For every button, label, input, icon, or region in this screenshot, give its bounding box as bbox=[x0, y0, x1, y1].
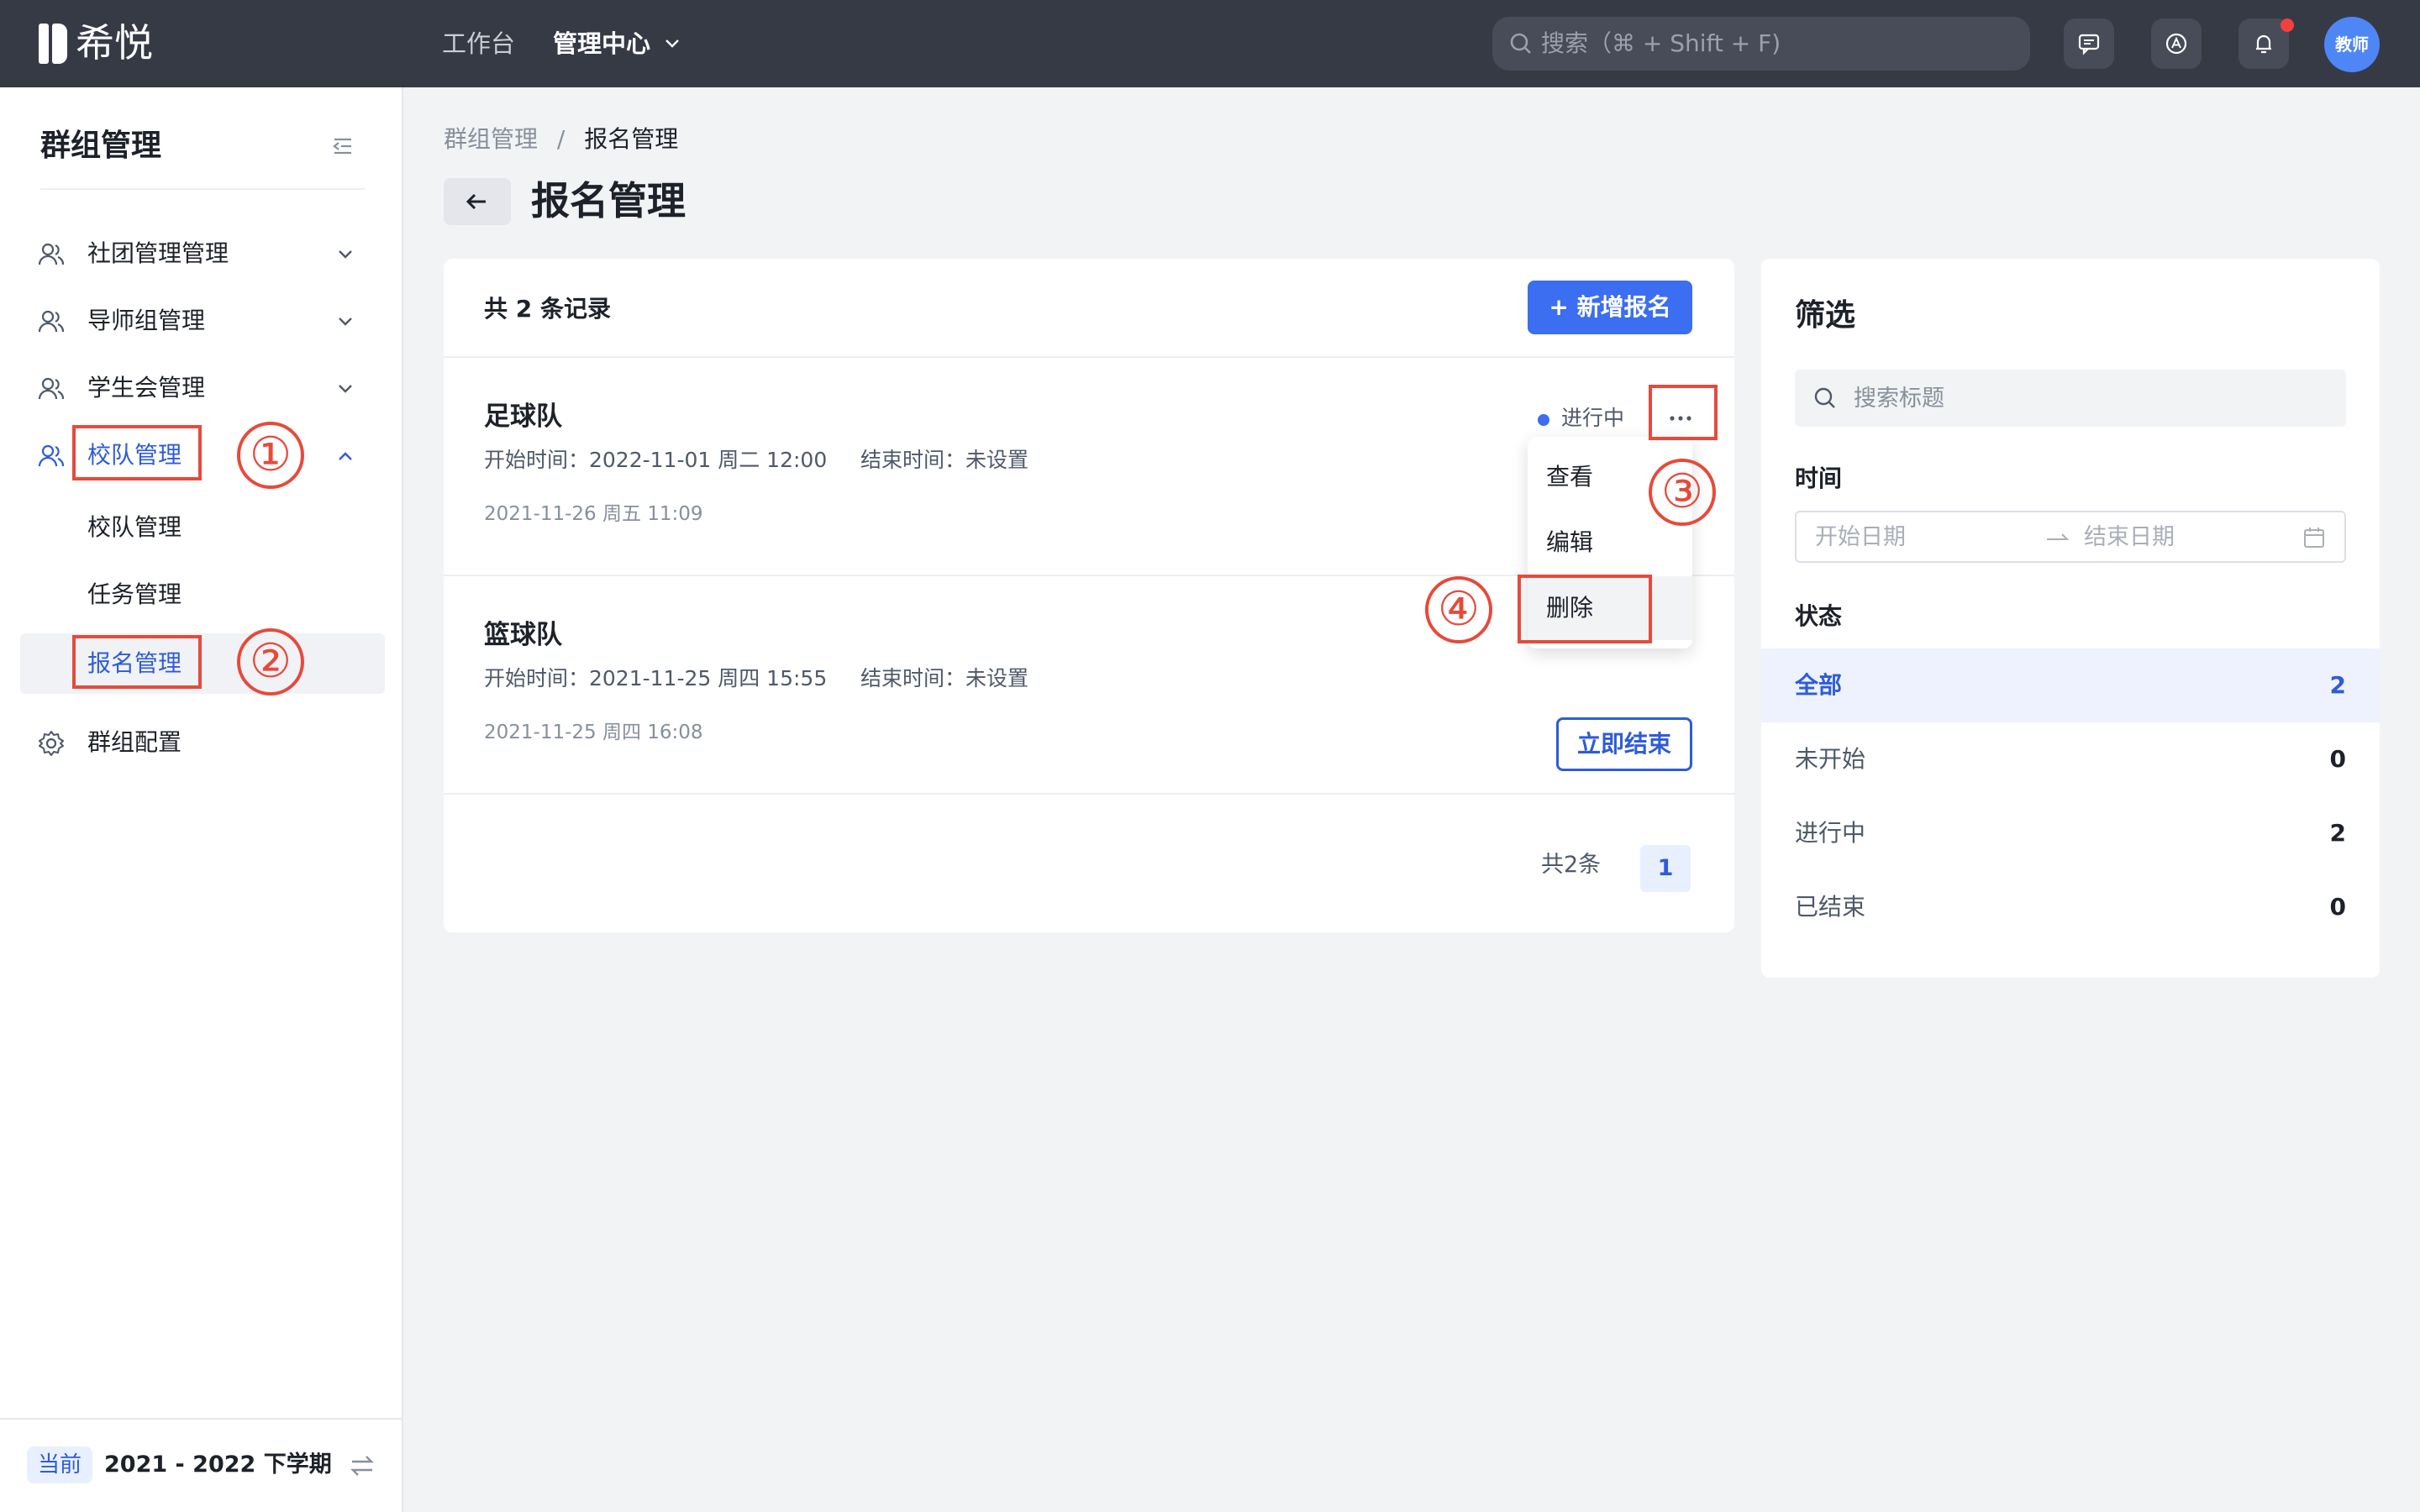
avatar[interactable]: 教师 bbox=[2324, 17, 2380, 72]
sidebar-item-student-council[interactable]: 学生会管理 bbox=[0, 363, 403, 413]
page-title: 报名管理 bbox=[531, 178, 686, 223]
filter-status-label: 状态 bbox=[1795, 602, 1843, 630]
item-created-date: 2021-11-26 周五 11:09 bbox=[484, 503, 703, 525]
users-icon bbox=[38, 243, 65, 265]
gear-icon bbox=[39, 731, 64, 756]
annotation-4: ④ bbox=[1425, 576, 1492, 643]
filter-time-label: 时间 bbox=[1795, 465, 1843, 492]
status-option-name: 未开始 bbox=[1795, 745, 1866, 773]
sidebar: 群组管理 社团管理管理 导师组管理 学生会管理 校队管理 校队管理 任务管理 报… bbox=[0, 87, 403, 1512]
sidebar-item-label: 群组配置 bbox=[87, 728, 182, 756]
chevron-up-icon bbox=[339, 452, 352, 460]
switch-icon[interactable] bbox=[348, 1452, 376, 1480]
sidebar-item-label: 导师组管理 bbox=[87, 307, 206, 334]
top-bar: 希悦 工作台 管理中心 搜索（⌘ + Shift + F) 教师 bbox=[0, 0, 2420, 87]
status-option-count: 2 bbox=[2329, 671, 2346, 699]
nav-admin-center[interactable]: 管理中心 bbox=[553, 25, 650, 62]
annotation-box-2 bbox=[72, 635, 202, 689]
app-store-icon bbox=[2165, 33, 2187, 55]
start-date-placeholder[interactable]: 开始日期 bbox=[1815, 519, 1906, 556]
status-dot bbox=[1538, 414, 1549, 426]
current-term-tag: 当前 bbox=[27, 1446, 92, 1483]
add-registration-button[interactable]: + 新增报名 bbox=[1528, 281, 1692, 334]
sidebar-title: 群组管理 bbox=[40, 129, 162, 163]
collapse-sidebar-icon[interactable] bbox=[329, 133, 356, 160]
bell-icon bbox=[2256, 34, 2271, 54]
breadcrumb-current: 报名管理 bbox=[584, 125, 679, 153]
message-button[interactable] bbox=[2064, 18, 2114, 69]
users-icon bbox=[38, 377, 65, 400]
search-placeholder: 搜索（⌘ + Shift + F) bbox=[1541, 29, 1781, 57]
status-option-not-started[interactable]: 未开始 0 bbox=[1761, 722, 2380, 796]
users-icon bbox=[38, 310, 65, 333]
record-count: 共 2 条记录 bbox=[484, 295, 611, 323]
item-title: 足球队 bbox=[484, 402, 562, 432]
chevron-down-icon bbox=[339, 385, 352, 393]
message-icon bbox=[2078, 34, 2100, 55]
breadcrumb-separator: / bbox=[556, 125, 566, 153]
date-range-picker[interactable]: 开始日期 结束日期 bbox=[1795, 511, 2346, 563]
annotation-box-1 bbox=[72, 425, 202, 480]
item-time: 开始时间：2022-11-01 周二 12:00 结束时间：未设置 bbox=[484, 448, 1028, 472]
sidebar-subitem-school-teams[interactable]: 校队管理 bbox=[87, 509, 182, 546]
global-search[interactable]: 搜索（⌘ + Shift + F) bbox=[1492, 17, 2030, 71]
annotation-1: ① bbox=[237, 422, 304, 489]
calendar-icon bbox=[2304, 528, 2324, 548]
filter-search[interactable] bbox=[1795, 370, 2346, 427]
logo-icon bbox=[39, 24, 69, 64]
status-option-name: 全部 bbox=[1795, 671, 1843, 699]
breadcrumb: 群组管理 / 报名管理 bbox=[444, 121, 678, 158]
sidebar-item-label: 学生会管理 bbox=[87, 374, 206, 402]
sidebar-item-group-config[interactable]: 群组配置 bbox=[0, 717, 403, 768]
sidebar-item-label: 社团管理管理 bbox=[87, 239, 229, 267]
status-option-all[interactable]: 全部 2 bbox=[1761, 648, 2380, 722]
sidebar-subitem-tasks[interactable]: 任务管理 bbox=[87, 576, 182, 613]
end-date-placeholder[interactable]: 结束日期 bbox=[2084, 519, 2175, 556]
status-option-count: 2 bbox=[2329, 819, 2346, 847]
status-option-ended[interactable]: 已结束 0 bbox=[1761, 870, 2380, 944]
chevron-down-icon[interactable] bbox=[662, 34, 682, 54]
sidebar-item-mentors[interactable]: 导师组管理 bbox=[0, 296, 403, 346]
status-option-in-progress[interactable]: 进行中 2 bbox=[1761, 796, 2380, 870]
status-badge: 进行中 bbox=[1561, 406, 1625, 430]
app-store-button[interactable] bbox=[2151, 18, 2202, 69]
app-name: 希悦 bbox=[76, 20, 153, 66]
sidebar-item-clubs[interactable]: 社团管理管理 bbox=[0, 228, 403, 279]
search-icon bbox=[1510, 33, 1531, 54]
users-icon bbox=[38, 444, 65, 467]
back-button[interactable] bbox=[444, 178, 511, 225]
chevron-down-icon bbox=[339, 250, 352, 259]
arrow-left-icon bbox=[466, 193, 486, 210]
breadcrumb-parent[interactable]: 群组管理 bbox=[444, 125, 538, 153]
chevron-down-icon bbox=[339, 318, 352, 326]
nav-workbench[interactable]: 工作台 bbox=[442, 25, 515, 62]
notification-badge bbox=[2281, 18, 2294, 32]
status-option-count: 0 bbox=[2329, 893, 2346, 921]
filter-panel: 筛选 时间 开始日期 结束日期 状态 全部 2 未开始 0 进行中 2 已结束 … bbox=[1761, 259, 2380, 978]
current-term: 2021 - 2022 下学期 bbox=[104, 1452, 332, 1478]
end-now-button[interactable]: 立即结束 bbox=[1556, 717, 1692, 771]
pagination-page-1[interactable]: 1 bbox=[1640, 845, 1691, 892]
item-time: 开始时间：2021-11-25 周四 15:55 结束时间：未设置 bbox=[484, 666, 1028, 690]
item-created-date: 2021-11-25 周四 16:08 bbox=[484, 722, 703, 743]
annotation-3: ③ bbox=[1649, 459, 1716, 526]
sidebar-item-school-teams[interactable]: 校队管理 bbox=[0, 430, 403, 480]
annotation-box-3 bbox=[1649, 385, 1718, 440]
item-title: 篮球队 bbox=[484, 620, 562, 650]
status-option-count: 0 bbox=[2329, 745, 2346, 773]
status-option-name: 进行中 bbox=[1795, 819, 1866, 847]
sidebar-divider bbox=[40, 188, 365, 190]
total-count: 共2条 bbox=[1541, 852, 1602, 878]
filter-title: 筛选 bbox=[1795, 298, 1856, 333]
status-option-name: 已结束 bbox=[1795, 893, 1866, 921]
search-icon bbox=[1814, 387, 1835, 408]
annotation-2: ② bbox=[237, 628, 304, 696]
filter-search-input[interactable] bbox=[1854, 370, 2324, 427]
annotation-box-4 bbox=[1518, 575, 1652, 643]
sidebar-footer-divider bbox=[0, 1418, 403, 1420]
arrow-right-icon bbox=[2047, 533, 2070, 540]
list-header: 共 2 条记录 + 新增报名 bbox=[444, 259, 1734, 358]
